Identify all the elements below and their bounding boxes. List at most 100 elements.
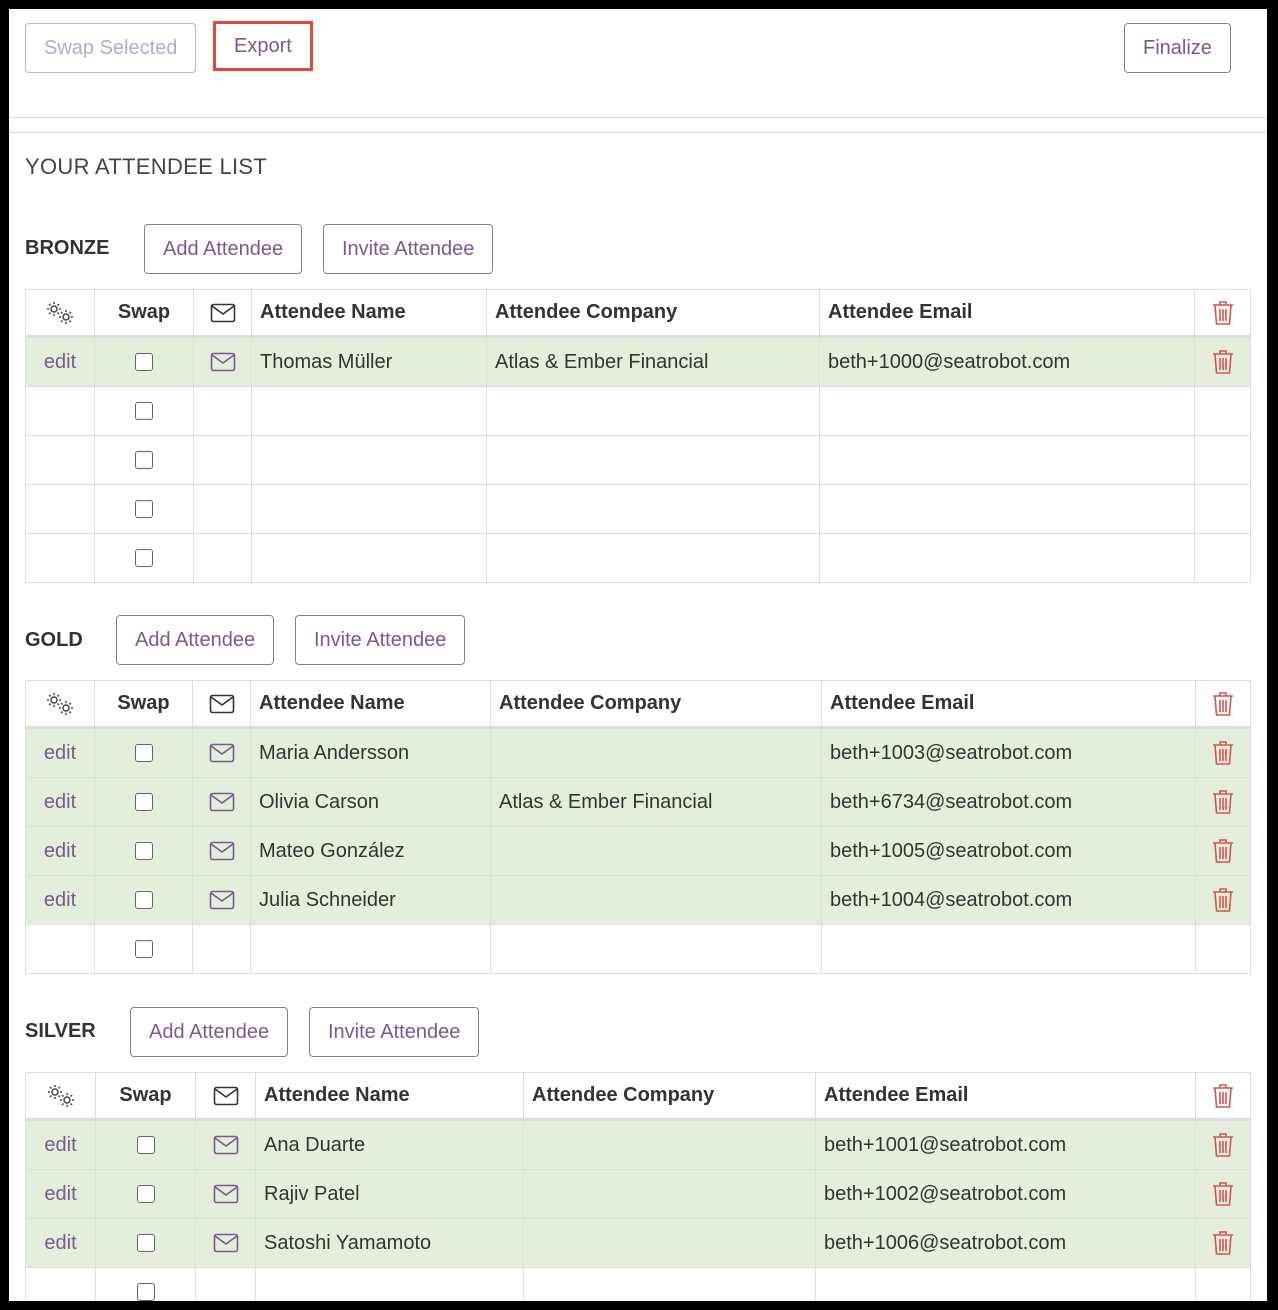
- swap-checkbox[interactable]: [136, 1136, 155, 1155]
- swap-checkbox[interactable]: [135, 451, 153, 470]
- add-attendee-button[interactable]: Add Attendee: [130, 1007, 289, 1057]
- swap-checkbox-cell: [94, 386, 194, 436]
- mail-all-icon[interactable]: [195, 1072, 256, 1121]
- swap-checkbox-cell: [94, 484, 194, 534]
- mail-icon[interactable]: [192, 875, 251, 925]
- edit-link[interactable]: edit: [25, 826, 95, 876]
- tier-label: BRONZE: [25, 237, 110, 259]
- attendee-name: Thomas Müller: [251, 336, 487, 387]
- empty-cell: [25, 386, 95, 436]
- settings-icon[interactable]: [25, 680, 95, 729]
- attendee-email: beth+1006@seatrobot.com: [815, 1218, 1196, 1268]
- mail-all-icon[interactable]: [192, 680, 251, 729]
- delete-all-icon[interactable]: [1194, 289, 1251, 338]
- swap-checkbox[interactable]: [136, 1185, 155, 1204]
- swap-checkbox[interactable]: [135, 549, 153, 568]
- name-header: Attendee Name: [251, 289, 487, 338]
- delete-icon[interactable]: [1195, 1119, 1251, 1170]
- attendee-table: Swap Attendee Name Attendee Company Attende…: [25, 1072, 1251, 1301]
- edit-link[interactable]: edit: [25, 777, 95, 827]
- table-row: edit Maria Andersson beth+1003@seatrobot.c…: [25, 727, 1251, 778]
- attendee-company: [490, 875, 822, 925]
- empty-cell: [25, 484, 95, 534]
- swap-selected-button[interactable]: Swap Selected: [25, 23, 197, 73]
- page-frame: Swap Selected Export Finalize YOUR ATTEN…: [9, 9, 1267, 1301]
- swap-checkbox[interactable]: [135, 353, 153, 372]
- attendee-email: beth+1005@seatrobot.com: [821, 826, 1196, 876]
- empty-cell: [819, 435, 1195, 485]
- empty-cell: [1195, 1267, 1251, 1301]
- empty-cell: [25, 1267, 96, 1301]
- mail-icon[interactable]: [195, 1169, 256, 1219]
- edit-link[interactable]: edit: [25, 1218, 96, 1268]
- invite-attendee-button[interactable]: Invite Attendee: [309, 1007, 480, 1057]
- export-button[interactable]: Export: [213, 21, 313, 71]
- swap-checkbox[interactable]: [134, 940, 153, 959]
- swap-checkbox[interactable]: [134, 842, 153, 861]
- settings-icon[interactable]: [25, 1072, 96, 1121]
- delete-icon[interactable]: [1195, 875, 1251, 925]
- mail-icon[interactable]: [195, 1218, 256, 1268]
- swap-checkbox-cell: [94, 924, 193, 974]
- empty-cell: [251, 484, 487, 534]
- delete-icon[interactable]: [1195, 826, 1251, 876]
- table-row: edit Thomas Müller Atlas & Ember Financial…: [25, 336, 1251, 387]
- mail-icon[interactable]: [193, 336, 252, 387]
- attendee-table: Swap Attendee Name Attendee Company Attende…: [25, 680, 1251, 974]
- delete-icon[interactable]: [1195, 777, 1251, 827]
- attendee-company: [490, 727, 822, 778]
- toolbar: Swap Selected Export Finalize: [9, 9, 1267, 118]
- email-header: Attendee Email: [815, 1072, 1196, 1121]
- mail-icon[interactable]: [192, 777, 251, 827]
- edit-link[interactable]: edit: [25, 875, 95, 925]
- swap-checkbox-cell: [94, 777, 193, 827]
- finalize-button[interactable]: Finalize: [1124, 23, 1231, 73]
- empty-row: [25, 924, 1251, 974]
- swap-checkbox-cell: [95, 1169, 196, 1219]
- swap-checkbox[interactable]: [135, 402, 153, 421]
- invite-attendee-button[interactable]: Invite Attendee: [323, 224, 494, 274]
- delete-all-icon[interactable]: [1195, 680, 1251, 729]
- mail-icon[interactable]: [192, 826, 251, 876]
- edit-link[interactable]: edit: [25, 1169, 96, 1219]
- add-attendee-button[interactable]: Add Attendee: [144, 224, 303, 274]
- edit-link[interactable]: edit: [25, 336, 95, 387]
- table-row: edit Satoshi Yamamoto beth+1006@seatrobot.…: [25, 1218, 1251, 1268]
- empty-cell: [193, 435, 252, 485]
- edit-link[interactable]: edit: [25, 1119, 96, 1170]
- attendee-name: Satoshi Yamamoto: [255, 1218, 524, 1268]
- delete-icon[interactable]: [1195, 1169, 1251, 1219]
- add-attendee-button[interactable]: Add Attendee: [116, 615, 275, 665]
- swap-checkbox-cell: [95, 1267, 196, 1301]
- empty-cell: [1195, 924, 1251, 974]
- mail-icon[interactable]: [195, 1119, 256, 1170]
- settings-icon[interactable]: [25, 289, 95, 338]
- swap-checkbox[interactable]: [134, 744, 153, 763]
- swap-header: Swap: [94, 680, 193, 729]
- empty-cell: [821, 924, 1196, 974]
- table-row: edit Mateo González beth+1005@seatrobot.co…: [25, 826, 1251, 876]
- table-row: edit Julia Schneider beth+1004@seatrobot.c…: [25, 875, 1251, 925]
- swap-checkbox[interactable]: [134, 891, 153, 910]
- empty-cell: [193, 533, 252, 583]
- mail-icon[interactable]: [192, 727, 251, 778]
- swap-checkbox[interactable]: [136, 1283, 155, 1301]
- delete-icon[interactable]: [1195, 1218, 1251, 1268]
- swap-checkbox[interactable]: [136, 1234, 155, 1253]
- delete-all-icon[interactable]: [1195, 1072, 1251, 1121]
- delete-icon[interactable]: [1195, 727, 1251, 778]
- empty-cell: [1194, 533, 1251, 583]
- swap-checkbox[interactable]: [134, 793, 153, 812]
- table-header: Swap Attendee Name Attendee Company Attende…: [25, 289, 1251, 338]
- swap-checkbox-cell: [94, 336, 194, 387]
- swap-checkbox[interactable]: [135, 500, 153, 519]
- edit-link[interactable]: edit: [25, 727, 95, 778]
- name-header: Attendee Name: [255, 1072, 524, 1121]
- swap-checkbox-cell: [95, 1119, 196, 1170]
- invite-attendee-button[interactable]: Invite Attendee: [295, 615, 466, 665]
- attendee-name: Mateo González: [250, 826, 491, 876]
- swap-header: Swap: [95, 1072, 196, 1121]
- mail-all-icon[interactable]: [193, 289, 252, 338]
- delete-icon[interactable]: [1194, 336, 1251, 387]
- email-header: Attendee Email: [821, 680, 1196, 729]
